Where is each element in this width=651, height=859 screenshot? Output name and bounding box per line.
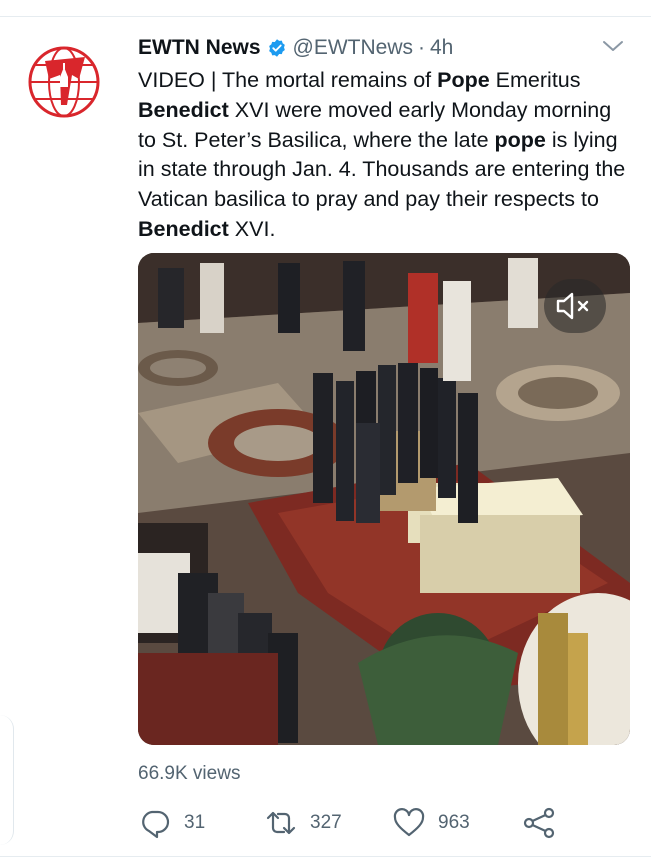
bottom-divider <box>0 856 651 857</box>
verified-badge-icon <box>268 39 285 57</box>
highlighted-term: pope <box>494 127 546 152</box>
retweet-button[interactable]: 327 <box>264 806 342 840</box>
author-handle[interactable]: @EWTNews <box>293 35 413 61</box>
reply-count: 31 <box>184 812 206 833</box>
highlighted-term: Pope <box>437 68 490 92</box>
timestamp[interactable]: 4h <box>430 35 453 61</box>
tweet-text-segment: Emeritus <box>489 68 581 92</box>
tweet-text: VIDEO | The mortal remains of Pope Emeri… <box>138 66 633 245</box>
side-panel-edge <box>0 715 14 845</box>
tweet-text-segment: VIDEO | The mortal remains of <box>138 68 438 92</box>
separator-dot: · <box>418 36 425 59</box>
tweet-text-segment: XVI. <box>228 216 276 241</box>
share-icon <box>523 807 555 839</box>
like-button[interactable]: 963 <box>392 806 470 840</box>
action-bar: 31 327 963 <box>138 806 608 840</box>
top-divider <box>0 16 651 17</box>
tweet-header: EWTN News @EWTNews · 4h <box>138 34 633 62</box>
reply-button[interactable]: 31 <box>138 806 205 840</box>
mute-button[interactable] <box>544 279 606 333</box>
view-count: 66.9K views <box>138 763 241 784</box>
highlighted-term: Benedict <box>138 216 229 241</box>
highlighted-term: Benedict <box>138 97 229 122</box>
share-button[interactable] <box>522 806 556 840</box>
ewtn-logo <box>28 46 100 118</box>
author-name[interactable]: EWTN News <box>138 35 261 61</box>
speaker-muted-icon <box>556 292 589 320</box>
like-count: 963 <box>438 812 470 833</box>
chevron-down-icon[interactable] <box>602 38 624 54</box>
retweet-count: 327 <box>310 812 342 833</box>
heart-icon <box>393 808 425 837</box>
retweet-icon <box>266 811 296 835</box>
author-avatar[interactable] <box>27 45 101 119</box>
reply-icon <box>142 810 170 839</box>
